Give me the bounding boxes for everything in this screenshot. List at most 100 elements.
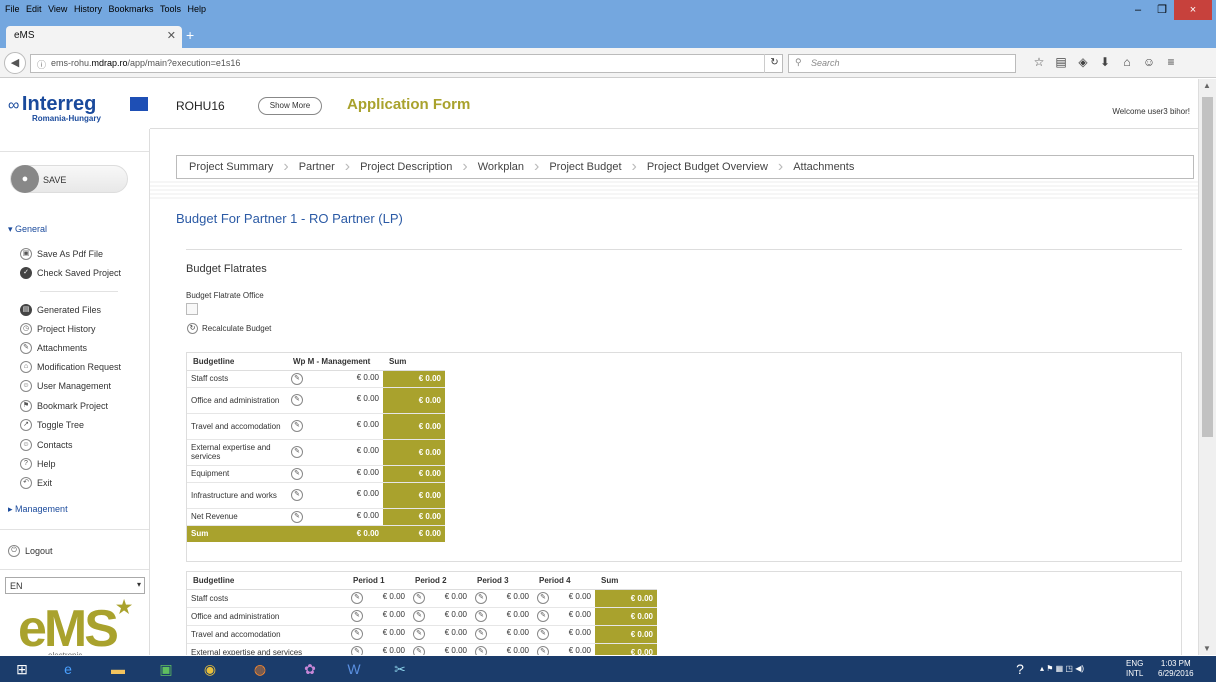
site-info-icon[interactable]: ⓘ xyxy=(37,58,46,71)
reload-button[interactable]: ↻ xyxy=(764,54,784,73)
edit-icon[interactable]: ✎ xyxy=(291,372,303,385)
windows-start-icon[interactable]: ⊞ xyxy=(8,658,36,680)
sidebar-item-generated-files[interactable]: ▤ Generated Files xyxy=(20,304,101,316)
sidebar-item-contacts[interactable]: ☺ Contacts xyxy=(20,439,73,451)
tab-partner[interactable]: Partner xyxy=(287,161,347,173)
total-label: Sum xyxy=(187,525,287,542)
edit-icon[interactable]: ✎ xyxy=(291,394,303,406)
menu-history[interactable]: History xyxy=(74,4,102,14)
edit-icon[interactable]: ✎ xyxy=(413,610,425,622)
sync-icon[interactable]: ☺ xyxy=(1138,55,1160,69)
explorer-icon[interactable]: ▬ xyxy=(104,658,132,680)
sidebar-item-help[interactable]: ? Help xyxy=(20,458,56,470)
edit-icon[interactable]: ✎ xyxy=(291,446,303,458)
tab-workplan[interactable]: Workplan xyxy=(466,161,536,173)
reading-list-icon[interactable]: ▤ xyxy=(1050,55,1072,69)
row-sum: € 0.00 xyxy=(595,589,657,608)
edit-icon[interactable]: ✎ xyxy=(475,646,487,655)
edit-icon[interactable]: ✎ xyxy=(413,646,425,655)
edit-icon[interactable]: ✎ xyxy=(413,592,425,604)
edit-icon[interactable]: ✎ xyxy=(537,592,549,604)
tab-project-summary[interactable]: Project Summary xyxy=(177,161,285,173)
paint-icon[interactable]: ✿ xyxy=(296,658,324,680)
tab-project-description[interactable]: Project Description xyxy=(348,161,464,173)
edit-icon[interactable]: ✎ xyxy=(413,628,425,640)
menu-icon[interactable]: ≡ xyxy=(1160,55,1182,69)
menu-edit[interactable]: Edit xyxy=(26,4,42,14)
recalculate-button[interactable]: ↻ Recalculate Budget xyxy=(187,323,271,334)
flatrate-office-checkbox[interactable] xyxy=(186,303,198,315)
store-icon[interactable]: ▣ xyxy=(152,658,180,680)
download-icon[interactable]: ⬇ xyxy=(1094,55,1116,69)
edit-icon[interactable]: ✎ xyxy=(291,420,303,432)
sidebar-item-toggle-tree[interactable]: ↗ Toggle Tree xyxy=(20,419,84,431)
edit-icon[interactable]: ✎ xyxy=(291,510,303,523)
word-icon[interactable]: W xyxy=(340,658,368,680)
sidebar-group-management[interactable]: ▸ Management xyxy=(8,504,68,515)
edit-icon[interactable]: ✎ xyxy=(475,610,487,622)
sidebar-group-general[interactable]: ▾ General xyxy=(8,224,47,235)
scroll-down-icon[interactable]: ▼ xyxy=(1203,644,1211,653)
search-input[interactable]: ⚲ Search xyxy=(788,54,1016,73)
edit-icon[interactable]: ✎ xyxy=(537,610,549,622)
sidebar-item-project-history[interactable]: ◷ Project History xyxy=(20,323,96,335)
save-button[interactable]: ● SAVE xyxy=(10,165,128,193)
scroll-up-icon[interactable]: ▲ xyxy=(1203,81,1211,90)
tab-project-budget[interactable]: Project Budget xyxy=(537,161,633,173)
pocket-icon[interactable]: ◈ xyxy=(1072,55,1094,69)
home-icon[interactable]: ⌂ xyxy=(1116,55,1138,69)
page-scrollbar[interactable]: ▲ ▼ xyxy=(1198,79,1216,655)
edit-icon[interactable]: ✎ xyxy=(351,610,363,622)
sidebar-item-check-saved[interactable]: ✓ Check Saved Project xyxy=(20,267,121,279)
period-cell: ✎ € 0.00 xyxy=(347,607,409,626)
edit-icon[interactable]: ✎ xyxy=(537,646,549,655)
tray-language[interactable]: ENG INTL xyxy=(1126,659,1143,679)
sidebar-item-save-pdf[interactable]: ▣ Save As Pdf File xyxy=(20,248,103,260)
edit-icon[interactable]: ✎ xyxy=(291,489,303,501)
tab-attachments[interactable]: Attachments xyxy=(781,161,866,173)
menu-help[interactable]: Help xyxy=(188,4,207,14)
tab-project-budget-overview[interactable]: Project Budget Overview xyxy=(635,161,780,173)
ie-icon[interactable]: e xyxy=(54,658,82,680)
sidebar-item-logout[interactable]: ⏻ Logout xyxy=(8,545,53,557)
url-bar[interactable]: ⓘ ems-rohu.mdrap.ro/app/main?execution=e… xyxy=(30,54,783,73)
tray-icons[interactable]: ▴ ⚑ ▦ ◳ ◀) xyxy=(1040,664,1084,674)
help-circle-icon[interactable]: ? xyxy=(1006,658,1034,680)
sidebar-item-attachments[interactable]: ✎ Attachments xyxy=(20,342,87,354)
minimize-button[interactable]: – xyxy=(1126,0,1150,20)
sidebar-item-modification-request[interactable]: ⌂ Modification Request xyxy=(20,361,121,373)
row-label: Staff costs xyxy=(187,589,347,608)
sidebar-item-label: Save As Pdf File xyxy=(37,249,104,259)
tray-clock[interactable]: 1:03 PM 6/29/2016 xyxy=(1158,659,1194,679)
col-budgetline: Budgetline xyxy=(187,572,347,590)
menu-bookmarks[interactable]: Bookmarks xyxy=(108,4,153,14)
attachment-icon: ✎ xyxy=(20,342,32,354)
sidebar-item-exit[interactable]: ↶ Exit xyxy=(20,477,52,489)
chrome-icon[interactable]: ◉ xyxy=(196,658,224,680)
show-more-button[interactable]: Show More xyxy=(258,97,322,115)
back-button[interactable]: ◀ xyxy=(4,52,26,74)
snipping-icon[interactable]: ✂ xyxy=(386,658,414,680)
edit-icon[interactable]: ✎ xyxy=(537,628,549,640)
edit-icon[interactable]: ✎ xyxy=(351,628,363,640)
restore-button[interactable]: ❐ xyxy=(1150,0,1174,20)
edit-icon[interactable]: ✎ xyxy=(475,592,487,604)
edit-icon[interactable]: ✎ xyxy=(291,467,303,480)
tab-close-icon[interactable]: ✕ xyxy=(167,29,176,42)
new-tab-button[interactable]: + xyxy=(186,27,194,43)
language-select[interactable]: EN ▾ xyxy=(5,577,145,594)
menu-tools[interactable]: Tools xyxy=(160,4,181,14)
menu-file[interactable]: File xyxy=(5,4,20,14)
close-window-button[interactable]: × xyxy=(1174,0,1212,20)
edit-icon[interactable]: ✎ xyxy=(351,592,363,604)
edit-icon[interactable]: ✎ xyxy=(475,628,487,640)
firefox-icon[interactable]: ◍ xyxy=(246,658,274,680)
menu-view[interactable]: View xyxy=(48,4,67,14)
sidebar-item-user-management[interactable]: ☺ User Management xyxy=(20,380,111,392)
sidebar-item-bookmark-project[interactable]: ⚑ Bookmark Project xyxy=(20,400,108,412)
scrollbar-thumb[interactable] xyxy=(1202,97,1213,437)
browser-tab[interactable]: eMS ✕ xyxy=(6,26,182,48)
bookmark-star-icon[interactable]: ☆ xyxy=(1028,55,1050,69)
col-budgetline: Budgetline xyxy=(187,353,287,371)
edit-icon[interactable]: ✎ xyxy=(351,646,363,655)
